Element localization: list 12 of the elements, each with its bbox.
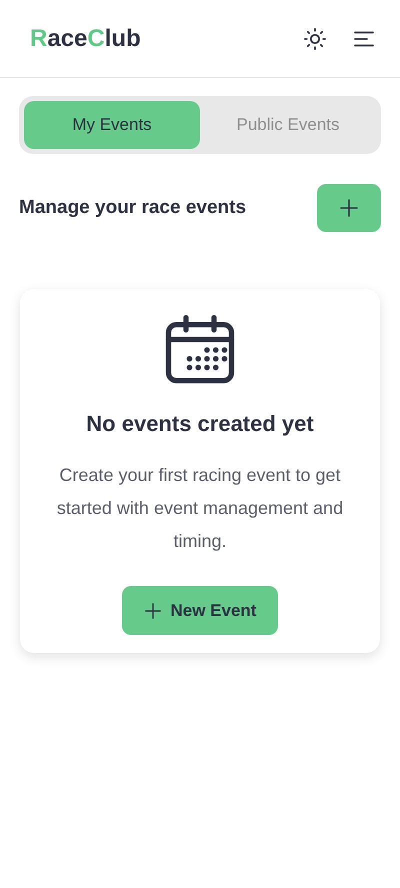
section-title: Manage your race events xyxy=(19,197,246,219)
empty-state-title: No events created yet xyxy=(86,411,314,437)
plus-icon xyxy=(339,198,359,218)
plus-icon xyxy=(144,602,162,620)
add-button[interactable] xyxy=(317,184,381,232)
logo: RaceClub xyxy=(30,24,142,52)
menu-icon xyxy=(354,30,374,46)
sun-icon xyxy=(304,28,326,50)
empty-state-description: Create your first racing event to get started with event management and timing. xyxy=(56,464,344,553)
tab[interactable]: My Events xyxy=(24,101,200,149)
calendar-icon xyxy=(165,315,235,385)
new-event-button[interactable]: New Event xyxy=(122,586,278,635)
